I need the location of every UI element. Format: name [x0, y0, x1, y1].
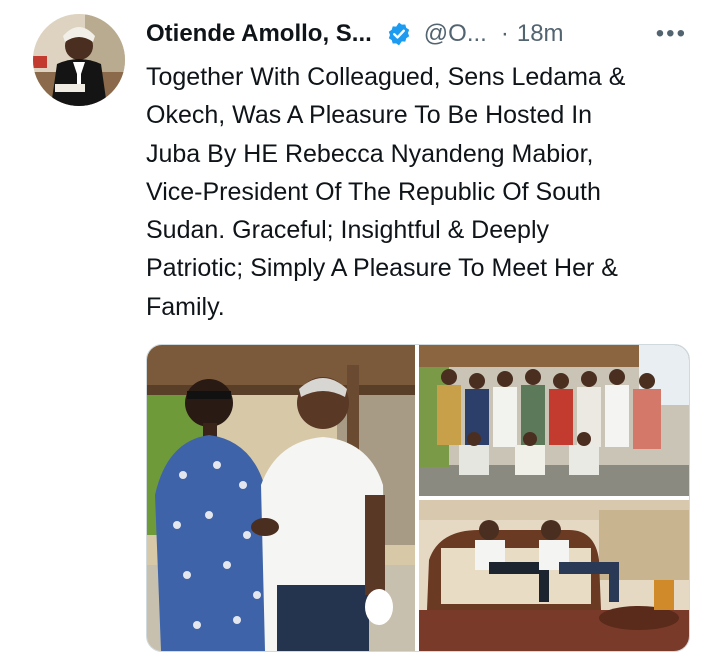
- tweet-text: Together With Colleagued, Sens Ledama & …: [146, 63, 626, 321]
- separator-dot: ·: [500, 20, 509, 47]
- author-handle[interactable]: @O...: [424, 20, 487, 48]
- avatar[interactable]: [33, 14, 125, 106]
- tweet[interactable]: Otiende Amollo, S... @O... · 18m ••• Tog…: [0, 0, 720, 666]
- tweet-header: Otiende Amollo, S... @O... · 18m •••: [146, 18, 691, 50]
- photo-sofa[interactable]: [419, 500, 689, 651]
- photo-handshake[interactable]: [147, 345, 415, 651]
- verified-badge-icon: [386, 21, 412, 47]
- timestamp[interactable]: 18m: [517, 20, 564, 48]
- media-grid: [146, 344, 690, 652]
- photo-group[interactable]: [419, 345, 689, 496]
- author-name[interactable]: Otiende Amollo, S...: [146, 20, 372, 48]
- more-horizontal-icon[interactable]: •••: [656, 20, 687, 48]
